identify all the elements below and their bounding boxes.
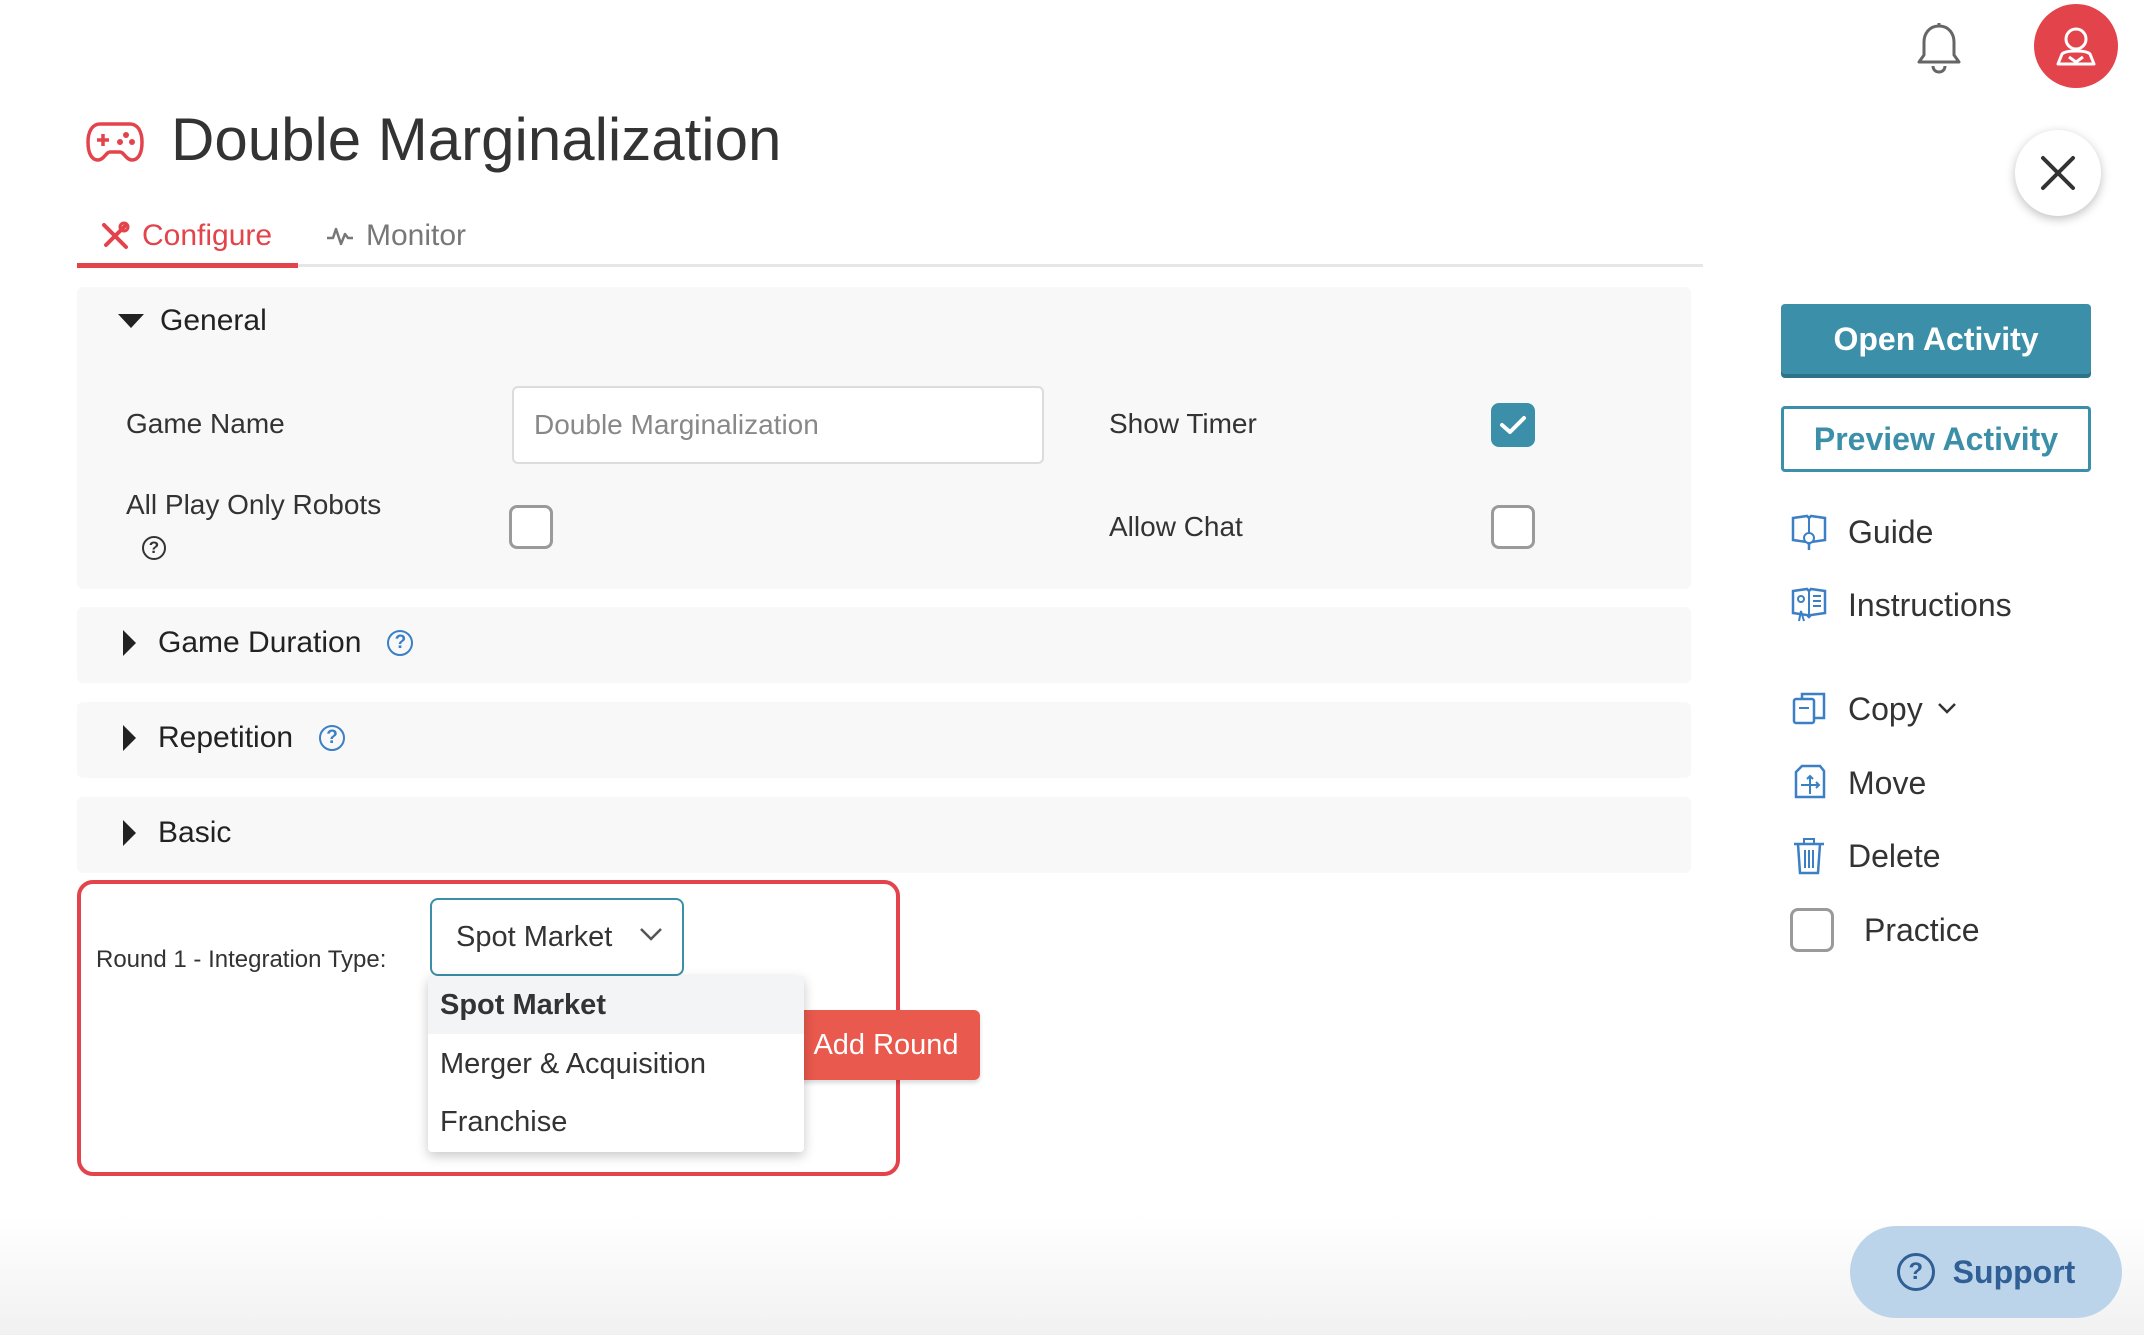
tab-configure-label: Configure xyxy=(142,219,273,252)
page-title: Double Marginalization xyxy=(171,106,782,173)
game-name-input[interactable]: Double Marginalization xyxy=(512,386,1044,464)
delete-link[interactable]: Delete xyxy=(1790,836,1941,876)
instructions-icon xyxy=(1791,587,1827,622)
general-section-header[interactable]: General xyxy=(118,304,267,338)
open-activity-button[interactable]: Open Activity xyxy=(1781,304,2091,374)
copy-menu[interactable]: Copy xyxy=(1790,690,1957,728)
game-duration-section-header[interactable]: Game Duration ? xyxy=(118,626,414,660)
general-heading: General xyxy=(160,304,267,337)
practice-checkbox[interactable] xyxy=(1790,908,1834,952)
show-timer-checkbox[interactable] xyxy=(1491,403,1535,447)
caret-right-icon xyxy=(123,630,136,656)
integration-type-select[interactable]: Spot Market xyxy=(430,898,684,976)
instructions-link[interactable]: Instructions xyxy=(1790,585,2012,625)
all-play-robots-checkbox[interactable] xyxy=(509,505,553,549)
chevron-down-icon xyxy=(1937,703,1956,714)
tabs-divider xyxy=(77,264,1703,267)
user-avatar[interactable] xyxy=(2034,4,2118,88)
caret-right-icon xyxy=(123,820,136,846)
game-duration-heading: Game Duration xyxy=(158,626,362,659)
guide-icon xyxy=(1791,514,1827,550)
caret-down-icon xyxy=(118,314,144,328)
trash-icon xyxy=(1794,838,1824,875)
help-circle-icon: ? xyxy=(1896,1253,1935,1291)
basic-section-header[interactable]: Basic xyxy=(118,816,231,850)
basic-panel xyxy=(77,797,1691,873)
tools-icon xyxy=(102,221,130,249)
gamepad-icon xyxy=(86,118,144,164)
tab-monitor[interactable]: Monitor xyxy=(326,208,466,264)
preview-activity-button[interactable]: Preview Activity xyxy=(1781,406,2091,472)
repetition-help-icon[interactable]: ? xyxy=(319,725,346,751)
robots-help-icon[interactable]: ? xyxy=(142,536,166,560)
close-button[interactable] xyxy=(2015,130,2101,216)
tab-configure[interactable]: Configure xyxy=(100,208,272,264)
support-button[interactable]: ? Support xyxy=(1850,1226,2122,1318)
chevron-down-icon xyxy=(640,928,662,941)
dropdown-option-merger-acquisition[interactable]: Merger & Acquisition xyxy=(428,1035,804,1093)
repetition-heading: Repetition xyxy=(158,721,294,754)
dropdown-option-franchise[interactable]: Franchise xyxy=(428,1093,804,1151)
move-link[interactable]: Move xyxy=(1790,763,1926,803)
add-round-button[interactable]: Add Round xyxy=(792,1010,980,1080)
practice-toggle[interactable]: Practice xyxy=(1790,908,1980,952)
activity-icon xyxy=(327,227,353,246)
copy-icon xyxy=(1792,692,1826,725)
allow-chat-label: Allow Chat xyxy=(1109,511,1243,542)
integration-type-dropdown: Spot Market Merger & Acquisition Franchi… xyxy=(428,976,804,1152)
dropdown-option-spot-market[interactable]: Spot Market xyxy=(428,976,804,1034)
notification-bell-icon[interactable] xyxy=(1915,22,1963,74)
close-icon xyxy=(2041,156,2075,190)
repetition-section-header[interactable]: Repetition ? xyxy=(118,721,346,755)
user-icon xyxy=(2056,27,2096,66)
tab-monitor-label: Monitor xyxy=(366,219,467,252)
game-duration-help-icon[interactable]: ? xyxy=(387,630,414,656)
basic-heading: Basic xyxy=(158,816,232,849)
move-icon xyxy=(1794,764,1826,799)
round-integration-label: Round 1 - Integration Type: xyxy=(96,946,387,973)
game-name-value: Double Marginalization xyxy=(534,409,819,440)
guide-link[interactable]: Guide xyxy=(1790,512,1933,552)
game-name-label: Game Name xyxy=(126,408,285,439)
caret-right-icon xyxy=(123,725,136,751)
checkmark-icon xyxy=(1500,416,1526,434)
all-play-robots-label: All Play Only Robots xyxy=(126,489,382,520)
show-timer-label: Show Timer xyxy=(1109,408,1257,439)
active-tab-indicator xyxy=(77,263,298,268)
allow-chat-checkbox[interactable] xyxy=(1491,505,1535,549)
integration-type-selected: Spot Market xyxy=(456,920,613,953)
bottom-fade xyxy=(0,1215,2144,1335)
